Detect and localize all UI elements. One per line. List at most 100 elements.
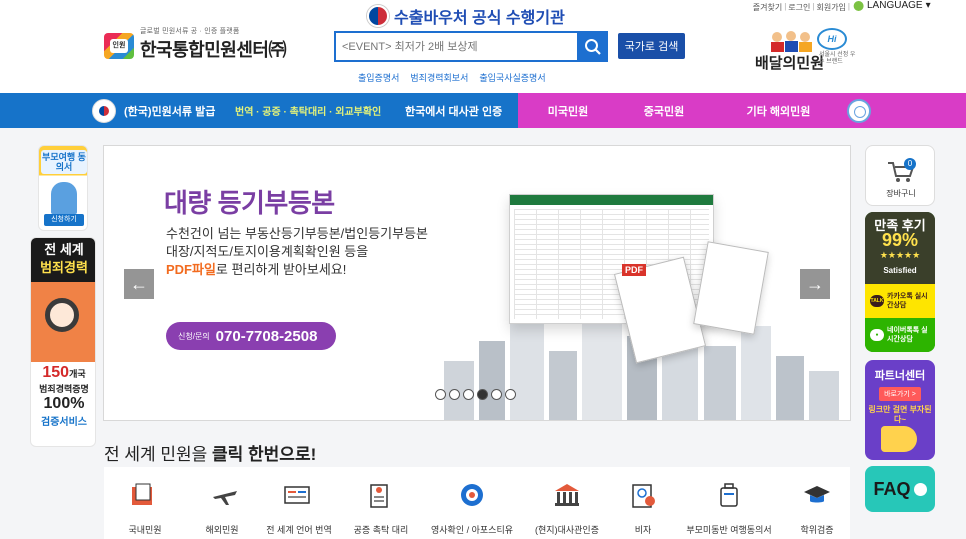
category-degree-verification[interactable]: 학위검증 — [784, 467, 850, 539]
gov-banner: 수출바우처 공식 수행기관 — [367, 4, 565, 28]
parent-consent-ad[interactable]: 부모여행 동의서 신청하기 — [38, 145, 88, 231]
main-nav: (한국)민원서류 발급 번역 · 공증 · 촉탁대리 · 외교부확인 한국에서 … — [0, 93, 966, 128]
nav-item-usa[interactable]: 미국민원 — [518, 93, 618, 128]
luggage-icon — [720, 483, 738, 507]
nav-overseas: 미국민원 중국민원 기타 해외민원 — [518, 93, 966, 128]
un-globe-icon — [847, 98, 871, 123]
kakao-talk-icon: TALK — [870, 295, 884, 307]
nav-item-translation[interactable]: 번역 · 공증 · 촉탁대리 · 외교부확인 — [235, 93, 405, 128]
slide-description: 수천건이 넘는 부동산등기부등본/법인등기부등본 대장/지적도/토지이용계획확인… — [166, 226, 428, 277]
partner-center-banner[interactable]: 파트너센터 바로가기 > 링크만 걸면 부자된다~ — [865, 360, 935, 460]
search-button[interactable] — [577, 31, 608, 62]
category-apostille[interactable]: 영사확인 / 아포스티유 — [422, 467, 522, 539]
quick-link-entry-cert[interactable]: 출입증명서 — [358, 71, 399, 84]
cart-count-badge: 0 — [904, 158, 916, 170]
top-link-login[interactable]: 로그인 — [788, 2, 810, 13]
site-logo[interactable]: 인원 글로벌 민원서류 공 · 인증 플랫폼 한국통합민원센터㈜ — [102, 26, 286, 62]
top-link-signup[interactable]: 회원가입 — [816, 2, 845, 13]
pdf-tag: PDF — [622, 264, 646, 276]
naver-talk-icon: ● — [870, 329, 884, 341]
category-embassy[interactable]: (현지)대사관인증 — [522, 467, 612, 539]
slider-prev-button[interactable]: ← — [124, 269, 154, 299]
parent-consent-apply-button[interactable]: 신청하기 — [44, 214, 84, 226]
top-links: 즐겨찾기 | 로그인 | 회원가입 | — [752, 2, 850, 13]
category-parent-consent[interactable]: 부모미동반 여행동의서 — [674, 467, 784, 539]
search-icon — [584, 38, 601, 55]
partner-center-go-button[interactable]: 바로가기 > — [879, 387, 921, 401]
cart-label: 장바구니 — [886, 189, 916, 198]
nav-item-label: 기타 해외민원 — [746, 105, 811, 118]
category-overseas[interactable]: 해외민원 — [186, 467, 258, 539]
delivery-brand-caption: 서울시 선정 우수 브랜드 — [819, 52, 856, 65]
slider-dot-active[interactable] — [477, 389, 488, 400]
megaphone-icon — [881, 426, 917, 452]
site-header: 즐겨찾기 | 로그인 | 회원가입 | LANGUAGE ▾ 수출바우처 공식 수행기… — [0, 0, 966, 93]
korea-flag-icon — [92, 98, 116, 123]
nav-item-label: 미국민원 — [547, 105, 589, 118]
slider-dot[interactable] — [491, 389, 502, 400]
faq-button[interactable]: FAQ — [865, 466, 935, 512]
nav-item-label: 번역 · 공증 · 촉탁대리 · 외교부확인 — [235, 107, 382, 118]
logo-name: 한국통합민원센터㈜ — [140, 40, 286, 60]
quick-link-immigration-cert[interactable]: 출입국사실증명서 — [479, 71, 545, 84]
right-side-widgets: 0 장바구니 만족 후기 99% ★★★★★ Satisfied TALK 카카… — [865, 145, 935, 512]
quick-link-criminal-record[interactable]: 범죄경력회보서 — [410, 71, 468, 84]
slide-title: 대량 등기부등본 — [164, 188, 335, 218]
family-illustration-icon — [51, 182, 77, 214]
naver-talk-button[interactable]: ● 네이버톡톡 실시간상담 — [865, 318, 935, 352]
left-side-ads: 부모여행 동의서 신청하기 전 세계 범죄경력 150개국 범죄경력증명 100… — [30, 145, 96, 447]
top-link-bookmark[interactable]: 즐겨찾기 — [753, 2, 782, 13]
nav-item-korea-docs[interactable]: (한국)민원서류 발급 — [0, 93, 235, 128]
hi-seoul-logo: Hi — [817, 28, 847, 50]
category-domestic[interactable]: 국내민원 — [104, 467, 186, 539]
language-selector[interactable]: LANGUAGE ▾ — [854, 0, 931, 11]
nav-item-label: 한국에서 대사관 인증 — [405, 105, 503, 118]
slider-dot[interactable] — [463, 389, 474, 400]
slider-dot[interactable] — [449, 389, 460, 400]
graduation-cap-icon — [804, 486, 830, 503]
review-widget: 만족 후기 99% ★★★★★ Satisfied TALK 카카오톡 실시간상… — [865, 212, 935, 352]
criminal-record-ad-text: 150개국 범죄경력증명 100% 검증서비스 — [39, 364, 89, 428]
slide-contact-button[interactable]: 신청/문의 070-7708-2508 — [166, 322, 336, 350]
category-notary[interactable]: 공증 촉탁 대리 — [340, 467, 422, 539]
slider-dot[interactable] — [505, 389, 516, 400]
slider-dot[interactable] — [435, 389, 446, 400]
country-search-button[interactable]: 국가로 검색 — [618, 33, 685, 59]
slider-pagination — [435, 389, 516, 400]
parent-consent-title: 부모여행 동의서 — [41, 150, 87, 174]
logo-tagline: 글로벌 민원서류 공 · 인증 플랫폼 — [140, 28, 240, 35]
section-title: 전 세계 민원을 클릭 한번으로! — [104, 445, 317, 464]
nav-domestic: (한국)민원서류 발급 번역 · 공증 · 촉탁대리 · 외교부확인 한국에서 … — [0, 93, 518, 128]
criminal-record-ad[interactable]: 전 세계 범죄경력 150개국 범죄경력증명 100% 검증서비스 — [30, 237, 96, 447]
caret-down-icon: ▾ — [925, 0, 931, 11]
cart-button[interactable]: 0 장바구니 — [865, 145, 935, 206]
review-summary[interactable]: 만족 후기 99% ★★★★★ Satisfied — [865, 212, 935, 284]
delivery-brand-name: 배달의민원 — [755, 55, 825, 72]
nav-item-label: 중국민원 — [643, 105, 685, 118]
airplane-icon — [213, 491, 237, 505]
language-label: LANGUAGE — [867, 0, 923, 11]
criminal-record-ad-title: 전 세계 범죄경력 — [31, 238, 95, 282]
slider-next-button[interactable]: → — [800, 269, 830, 299]
search-input[interactable] — [336, 33, 576, 60]
seal-badge-icon — [461, 484, 483, 506]
service-categories: 국내민원 해외민원 전 세계 언어 번역 공증 촉탁 대리 영사확인 / 아포스… — [104, 467, 850, 539]
visa-passport-icon — [632, 484, 655, 508]
kakao-chat-button[interactable]: TALK 카카오톡 실시간상담 — [865, 284, 935, 318]
search-box — [334, 31, 608, 62]
play-icon — [913, 482, 927, 496]
magnifier-icon — [45, 298, 79, 332]
category-visa[interactable]: 비자 — [612, 467, 674, 539]
nav-item-china[interactable]: 중국민원 — [618, 93, 710, 128]
nav-item-other[interactable]: 기타 해외민원 — [710, 93, 847, 128]
people-illustration-icon — [771, 31, 812, 52]
taegeuk-icon — [367, 5, 389, 27]
delivery-brand-banner[interactable]: Hi 배달의민원 서울시 선정 우수 브랜드 — [755, 28, 855, 73]
nav-item-un[interactable] — [847, 93, 907, 128]
nav-item-embassy[interactable]: 한국에서 대사관 인증 — [405, 93, 518, 128]
gov-banner-text: 수출바우처 공식 수행기관 — [394, 10, 565, 27]
hero-slider: 대량 등기부등본 수천건이 넘는 부동산등기부등본/법인등기부등본 대장/지적도… — [103, 145, 851, 421]
logo-icon: 인원 — [102, 27, 136, 61]
category-translation[interactable]: 전 세계 언어 번역 — [258, 467, 340, 539]
translation-document-icon — [284, 486, 310, 504]
